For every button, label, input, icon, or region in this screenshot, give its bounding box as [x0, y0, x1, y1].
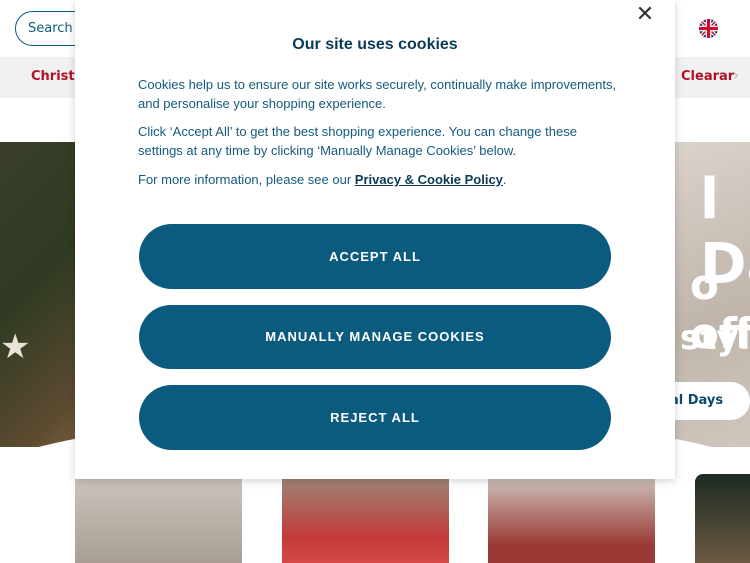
product-tile-advent[interactable]: [75, 474, 242, 563]
hero-style-text: style: [680, 318, 750, 358]
uk-flag-icon[interactable]: [699, 19, 718, 38]
nav-item-clearance[interactable]: Clearar: [681, 69, 734, 84]
manage-cookies-button[interactable]: MANUALLY MANAGE COOKIES: [139, 305, 611, 369]
cookie-consent-dialog: ✕ Our site uses cookies Cookies help us …: [75, 0, 675, 479]
star-ornament: ★: [0, 327, 31, 367]
accept-all-button[interactable]: ACCEPT ALL: [139, 224, 611, 289]
cookie-more-info-text: For more information, please see our Pri…: [138, 170, 618, 189]
product-tile-decor[interactable]: [695, 474, 750, 563]
more-info-suffix: .: [502, 172, 507, 187]
product-tile-baby[interactable]: [282, 474, 449, 563]
cookie-intro-text: Cookies help us to ensure our site works…: [138, 77, 617, 111]
cookie-dialog-title: Our site uses cookies: [292, 36, 458, 53]
privacy-policy-link[interactable]: Privacy & Cookie Policy: [355, 172, 503, 187]
product-tile-family[interactable]: [488, 474, 655, 563]
chevron-right-icon[interactable]: ›: [733, 66, 739, 84]
reject-all-button[interactable]: REJECT ALL: [139, 385, 611, 450]
cookie-instructions-text: Click ‘Accept All’ to get the best shopp…: [138, 124, 577, 158]
close-icon[interactable]: ✕: [634, 4, 656, 26]
more-info-prefix: For more information, please see our: [138, 172, 355, 187]
